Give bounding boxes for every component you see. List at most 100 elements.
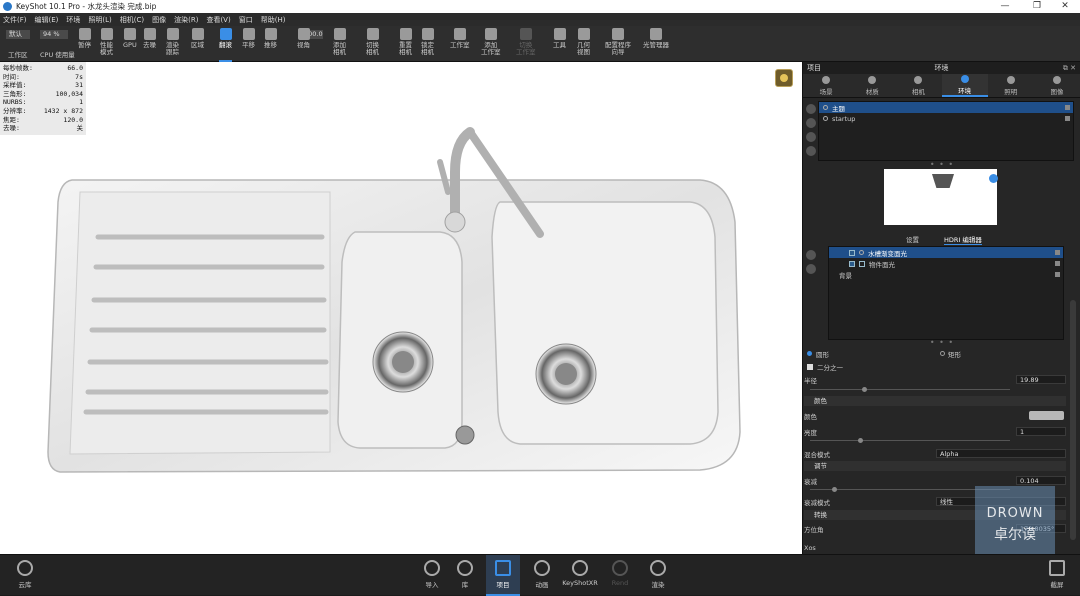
radio-round[interactable]	[807, 351, 812, 356]
panel-tab[interactable]: 环境	[941, 74, 988, 97]
tab-settings[interactable]: 设置	[906, 234, 919, 244]
checkbox[interactable]	[849, 249, 855, 256]
toolbar-button[interactable]: 工作室	[450, 26, 470, 62]
toolbar-button[interactable]: 视角	[297, 26, 310, 62]
panel-tab[interactable]: 场景	[803, 74, 849, 97]
toolbar-button[interactable]: 渲染 跟踪	[166, 26, 179, 62]
toolbar-button[interactable]: 暂停	[78, 26, 91, 62]
half-checkbox[interactable]	[807, 363, 813, 370]
hdri-preview[interactable]	[884, 169, 998, 225]
menu-environment[interactable]: 环境	[66, 15, 80, 25]
falloff-input[interactable]: 0.104	[1016, 476, 1066, 485]
menu-render[interactable]: 渲染(R)	[174, 15, 198, 25]
bottom-bar-icon	[572, 560, 588, 576]
toolbar-button[interactable]: 工具	[553, 26, 566, 62]
toolbar-button[interactable]: 去噪	[143, 26, 156, 62]
radius-input[interactable]: 19.89	[1016, 375, 1066, 384]
lock-icon[interactable]	[1055, 272, 1060, 277]
cloud-library-button[interactable]: 云库	[8, 555, 42, 596]
checkbox[interactable]	[849, 260, 855, 267]
light-pin-item[interactable]: 水槽渐变面光	[829, 247, 1063, 258]
delete-environment-icon[interactable]	[806, 146, 816, 156]
minimize-button[interactable]: —	[990, 0, 1020, 13]
close-button[interactable]: ✕	[1050, 0, 1080, 13]
section-adjust[interactable]: 调节	[804, 461, 1066, 471]
copy-environment-icon[interactable]	[806, 132, 816, 142]
brightness-slider[interactable]	[810, 438, 1010, 443]
toolbar-button[interactable]: 光管理器	[643, 26, 669, 62]
bottom-bar-button[interactable]: 渲染	[641, 555, 675, 596]
render-settings-icon[interactable]	[775, 69, 793, 87]
lock-icon[interactable]	[1055, 261, 1060, 266]
bottom-bar-icon	[612, 560, 628, 576]
bottom-bar-label: 动画	[535, 581, 549, 589]
hdri-pin-handle[interactable]	[989, 174, 998, 183]
tab-hdri-editor[interactable]: HDRI 编辑器	[944, 234, 982, 245]
light-pin-label: 水槽渐变面光	[868, 249, 907, 258]
toolbar-button[interactable]: GPU	[123, 26, 137, 62]
lock-icon[interactable]	[1065, 116, 1070, 121]
bottom-bar-button[interactable]: 动画	[525, 555, 559, 596]
panel-scrollbar[interactable]	[1070, 300, 1076, 540]
toolbar-button[interactable]: 切换 工作室	[516, 26, 536, 62]
environment-item[interactable]: 主题	[819, 102, 1073, 113]
panel-window-controls[interactable]: ⧉ ✕	[1063, 64, 1076, 73]
menu-edit[interactable]: 编辑(E)	[35, 15, 59, 25]
toolbar-button[interactable]: 几何 视图	[577, 26, 590, 62]
menu-window[interactable]: 窗口	[239, 15, 253, 25]
toolbar-button[interactable]: 添加 工作室	[481, 26, 501, 62]
duplicate-environment-icon[interactable]	[806, 118, 816, 128]
bottom-bar-button[interactable]: 导入	[415, 555, 449, 596]
bottom-bar-button[interactable]: 项目	[486, 555, 520, 596]
light-pin-item[interactable]: 物件面光	[829, 258, 1063, 269]
panel-tab[interactable]: 材质	[849, 74, 895, 97]
bottom-bar-label: 导入	[425, 581, 439, 589]
bottom-bar-button[interactable]: 库	[448, 555, 482, 596]
toolbar-button[interactable]: 切换 相机	[366, 26, 379, 62]
stat-label: 采样值:	[3, 81, 27, 90]
toolbar-button[interactable]: 锁定 相机	[421, 26, 434, 62]
screenshot-button[interactable]: 截屏	[1040, 555, 1074, 596]
toolbar-button[interactable]: 区域	[191, 26, 204, 62]
menu-file[interactable]: 文件(F)	[3, 15, 27, 25]
menu-help[interactable]: 帮助(H)	[261, 15, 286, 25]
panel-tab[interactable]: 相机	[895, 74, 941, 97]
panel-tab[interactable]: 照明	[988, 74, 1034, 97]
brightness-input[interactable]: 1	[1016, 427, 1066, 436]
lock-icon[interactable]	[1065, 105, 1070, 110]
section-color[interactable]: 颜色	[804, 396, 1066, 406]
menu-camera[interactable]: 相机(C)	[120, 15, 144, 25]
falloff-mode-label: 衰减模式	[804, 498, 830, 507]
radius-row: 半径 19.89	[804, 374, 1066, 385]
bottom-bar-button[interactable]: KeyShotXR	[562, 555, 598, 596]
background-item[interactable]: 背景	[829, 269, 1063, 280]
lock-icon[interactable]	[1055, 250, 1060, 255]
toolbar-button[interactable]: 配置程序 向导	[605, 26, 631, 62]
toolbar-button[interactable]: 添加 相机	[333, 26, 346, 62]
render-viewport[interactable]: 每秒帧数: 66.0 时间: 7s 采样值: 31 三角形: 100,034 NURBS: 1 分辨…	[0, 62, 802, 554]
toolbar-button[interactable]: 重置 相机	[399, 26, 412, 62]
menu-lighting[interactable]: 照明(L)	[88, 15, 111, 25]
panel-tab[interactable]: 图像	[1034, 74, 1080, 97]
stat-row: 采样值: 31	[3, 81, 83, 90]
add-light-icon[interactable]	[806, 250, 816, 260]
menu-image[interactable]: 图像	[152, 15, 166, 25]
bottom-bar-button[interactable]: Rend	[603, 555, 637, 596]
bottom-bar-icon	[534, 560, 550, 576]
color-swatch[interactable]	[1029, 411, 1064, 420]
blend-mode-select[interactable]: Alpha	[936, 449, 1066, 458]
maximize-button[interactable]: ❐	[1022, 0, 1052, 13]
radius-slider[interactable]	[810, 387, 1010, 392]
toolbar-button-label: 去噪	[143, 41, 156, 49]
toolbar-button[interactable]: 翻滚	[219, 26, 232, 62]
toolbar-button[interactable]: 性能 模式	[100, 26, 113, 62]
toolbar-button[interactable]: 平移	[242, 26, 255, 62]
toolbar-icon	[297, 28, 310, 40]
toolbar-button[interactable]: 推移	[264, 26, 277, 62]
shape-round-label: 圆形	[816, 350, 829, 359]
radio-rect[interactable]	[940, 351, 945, 356]
move-light-icon[interactable]	[806, 264, 816, 274]
environment-item[interactable]: startup	[819, 113, 1073, 124]
menu-view[interactable]: 查看(V)	[206, 15, 230, 25]
add-environment-icon[interactable]	[806, 104, 816, 114]
